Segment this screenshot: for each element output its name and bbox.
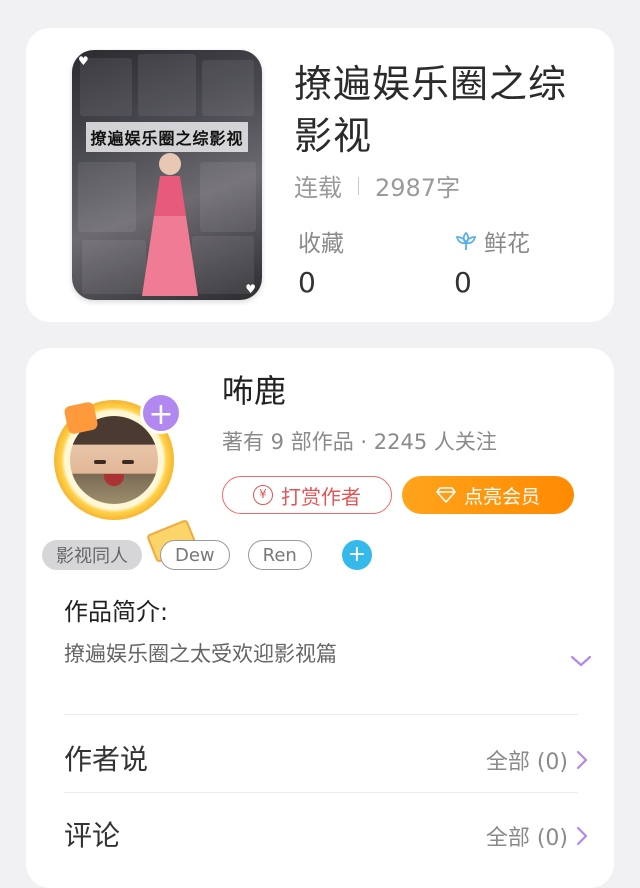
word-count: 2987字 — [375, 174, 461, 202]
reward-label: 打赏作者 — [281, 484, 361, 509]
heart-icon: ♥ — [78, 54, 89, 68]
author-info-card: + 咘鹿 著有 9 部作品 · 2245 人关注 ¥ 打赏作者 点亮会员 影视同… — [26, 348, 614, 888]
book-title: 撩遍娱乐圈之综影视 — [294, 62, 568, 158]
cover-figure-illustration — [142, 153, 198, 296]
divider — [64, 792, 578, 793]
chevron-right-icon — [576, 750, 588, 770]
book-meta: 连载 2987字 — [294, 168, 460, 203]
cover-photo-panel — [200, 162, 256, 232]
comments-count: 全部 (0) — [485, 826, 568, 851]
reward-author-button[interactable]: ¥ 打赏作者 — [222, 476, 392, 514]
author-says-count: 全部 (0) — [485, 750, 568, 775]
comments-label: 评论 — [64, 819, 121, 852]
favorites-label: 收藏 — [298, 231, 344, 257]
avatar-eye — [122, 460, 134, 464]
tag-item[interactable]: Ren — [247, 540, 312, 570]
cover-photo-panel — [78, 162, 136, 232]
vip-label: 点亮会员 — [463, 485, 540, 508]
flowers-label-row: 鲜花 — [454, 224, 530, 258]
cover-photo-panel — [202, 60, 254, 116]
favorites-stat[interactable]: 收藏 0 — [298, 224, 344, 299]
book-cover-image[interactable]: 撩遍娱乐圈之综影视 ♥ ♥ — [72, 50, 262, 300]
tag-item[interactable]: 影视同人 — [42, 540, 142, 570]
flowers-count: 0 — [454, 266, 472, 299]
author-says-all-link[interactable]: 全部 (0) — [486, 744, 588, 776]
flower-icon — [455, 231, 477, 250]
vip-membership-button[interactable]: 点亮会员 — [402, 476, 574, 514]
favorites-count: 0 — [298, 266, 316, 299]
heart-icon: ♥ — [245, 282, 256, 296]
intro-text: 撩遍娱乐圈之太受欢迎影视篇 — [64, 642, 337, 666]
diamond-icon — [436, 487, 456, 503]
tag-item[interactable]: Dew — [160, 540, 230, 570]
book-info-card: 撩遍娱乐圈之综影视 ♥ ♥ 撩遍娱乐圈之综影视 连载 2987字 收藏 0 鲜花… — [26, 28, 614, 322]
author-name[interactable]: 咘鹿 — [222, 366, 286, 412]
cover-photo-panel — [138, 54, 196, 116]
chevron-right-icon — [576, 826, 588, 846]
author-stats: 著有 9 部作品 · 2245 人关注 — [222, 430, 497, 454]
intro-heading: 作品简介: — [64, 598, 169, 626]
chevron-down-icon[interactable] — [570, 654, 592, 668]
divider — [64, 714, 578, 715]
avatar-mouth — [104, 474, 124, 486]
add-tag-button[interactable]: + — [341, 540, 372, 570]
meta-divider — [358, 176, 359, 195]
avatar-eye — [94, 460, 106, 464]
comments-all-link[interactable]: 全部 (0) — [486, 820, 588, 852]
yen-coin-icon: ¥ — [253, 485, 273, 505]
cover-photo-panel — [82, 240, 146, 294]
tag-list: 影视同人 Dew Ren + — [42, 540, 372, 570]
serial-status: 连载 — [294, 174, 342, 202]
follow-author-button[interactable]: + — [140, 392, 182, 434]
flowers-stat[interactable]: 鲜花 0 — [454, 224, 530, 299]
author-says-label: 作者说 — [64, 743, 149, 776]
flowers-label: 鲜花 — [484, 231, 530, 257]
